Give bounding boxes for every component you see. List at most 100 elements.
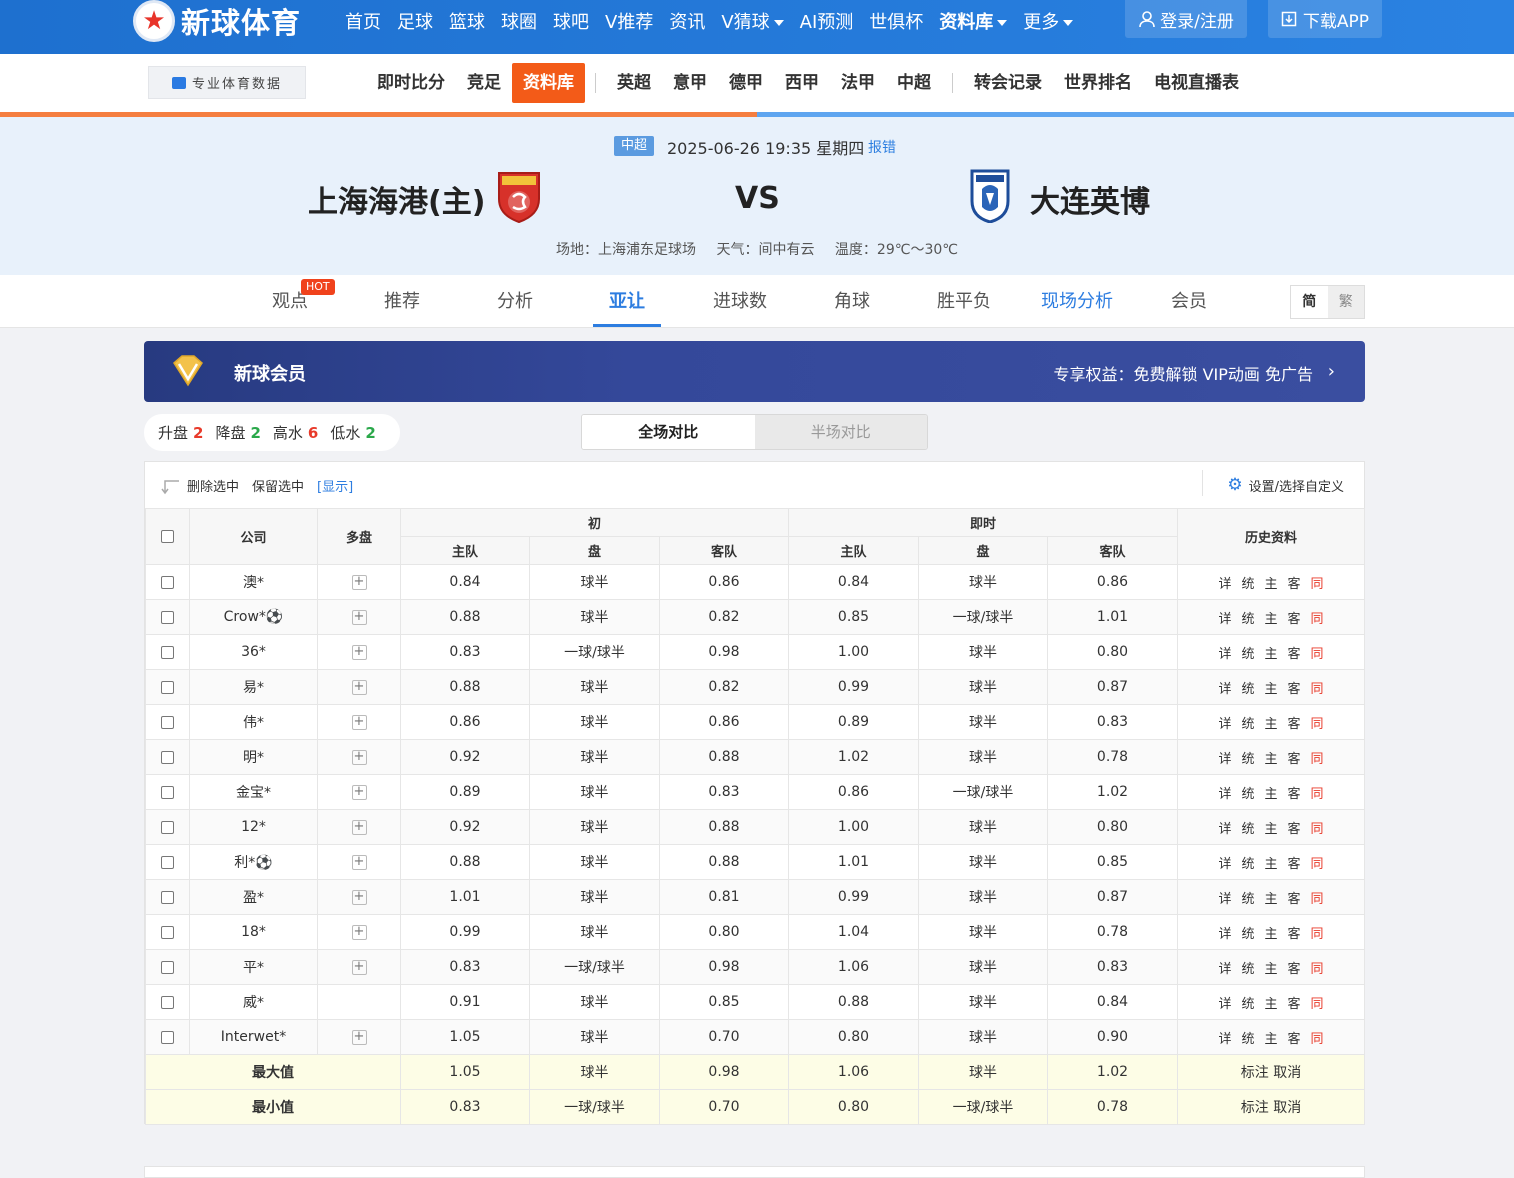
expand-plus-icon[interactable]: + <box>351 749 367 765</box>
history-stats-link[interactable]: 统 <box>1241 857 1254 872</box>
history-stats-link[interactable]: 统 <box>1241 717 1254 732</box>
history-detail-link[interactable]: 详 <box>1218 682 1231 697</box>
tab-live-analysis[interactable]: 现场分析 <box>1021 275 1133 328</box>
nav-football[interactable]: 足球 <box>397 8 433 34</box>
nav-news[interactable]: 资讯 <box>669 8 705 34</box>
expand-plus-icon[interactable]: + <box>351 714 367 730</box>
history-stats-link[interactable]: 统 <box>1241 577 1254 592</box>
history-home-link[interactable]: 主 <box>1265 647 1278 662</box>
history-stats-link[interactable]: 统 <box>1241 647 1254 662</box>
history-same-link[interactable]: 同 <box>1311 997 1324 1012</box>
expand-plus-icon[interactable]: + <box>351 889 367 905</box>
nav-v-guess[interactable]: V猜球 <box>721 8 784 34</box>
history-away-link[interactable]: 客 <box>1288 927 1301 942</box>
history-away-link[interactable]: 客 <box>1288 647 1301 662</box>
row-checkbox[interactable] <box>161 995 174 1009</box>
subnav-database[interactable]: 资料库 <box>512 63 585 103</box>
history-stats-link[interactable]: 统 <box>1241 752 1254 767</box>
history-home-link[interactable]: 主 <box>1265 927 1278 942</box>
site-logo[interactable]: ★ 新球体育 <box>133 0 301 42</box>
tab-recommend[interactable]: 推荐 <box>346 275 458 328</box>
keep-selected-button[interactable]: 保留选中 <box>252 476 304 495</box>
subnav-laliga[interactable]: 西甲 <box>774 63 830 103</box>
company-cell[interactable]: 平* <box>189 949 318 985</box>
history-home-link[interactable]: 主 <box>1265 577 1278 592</box>
history-same-link[interactable]: 同 <box>1311 787 1324 802</box>
history-home-link[interactable]: 主 <box>1265 962 1278 977</box>
history-stats-link[interactable]: 统 <box>1241 787 1254 802</box>
company-cell[interactable]: Crow*⚽ <box>189 599 318 635</box>
history-stats-link[interactable]: 统 <box>1241 892 1254 907</box>
company-cell[interactable]: 澳* <box>189 564 318 600</box>
delete-selected-button[interactable]: 删除选中 <box>187 476 239 495</box>
expand-plus-icon[interactable]: + <box>351 924 367 940</box>
nav-database[interactable]: 资料库 <box>939 8 1008 34</box>
row-checkbox[interactable] <box>161 890 174 904</box>
history-detail-link[interactable]: 详 <box>1218 647 1231 662</box>
history-home-link[interactable]: 主 <box>1265 717 1278 732</box>
settings-button[interactable]: ⚙ 设置/选择自定义 <box>1227 475 1344 495</box>
report-error-link[interactable]: 报错 <box>868 137 896 157</box>
lang-traditional[interactable]: 繁 <box>1327 286 1364 318</box>
row-checkbox[interactable] <box>161 1030 174 1044</box>
home-team-name[interactable]: 上海海港(主) <box>308 177 485 221</box>
history-same-link[interactable]: 同 <box>1311 717 1324 732</box>
tab-analysis[interactable]: 分析 <box>459 275 571 328</box>
history-same-link[interactable]: 同 <box>1311 857 1324 872</box>
subnav-epl[interactable]: 英超 <box>606 63 662 103</box>
expand-plus-icon[interactable]: + <box>351 609 367 625</box>
row-checkbox[interactable] <box>161 960 174 974</box>
history-stats-link[interactable]: 统 <box>1241 612 1254 627</box>
row-checkbox[interactable] <box>161 925 174 939</box>
history-detail-link[interactable]: 详 <box>1218 1032 1231 1047</box>
subnav-serie-a[interactable]: 意甲 <box>662 63 718 103</box>
nav-v-recommend[interactable]: V推荐 <box>605 8 653 34</box>
nav-more[interactable]: 更多 <box>1023 8 1074 34</box>
history-home-link[interactable]: 主 <box>1265 752 1278 767</box>
subnav-live-score[interactable]: 即时比分 <box>366 63 456 103</box>
download-app-button[interactable]: 下载APP <box>1268 0 1382 38</box>
history-away-link[interactable]: 客 <box>1288 857 1301 872</box>
tab-goals[interactable]: 进球数 <box>684 275 796 328</box>
subnav-bundesliga[interactable]: 德甲 <box>718 63 774 103</box>
pro-data-badge[interactable]: 专业体育数据 <box>148 66 306 99</box>
tab-1x2[interactable]: 胜平负 <box>908 275 1020 328</box>
company-cell[interactable]: 金宝* <box>189 774 318 810</box>
row-checkbox[interactable] <box>161 855 174 869</box>
history-detail-link[interactable]: 详 <box>1218 752 1231 767</box>
expand-plus-icon[interactable]: + <box>351 644 367 660</box>
company-cell[interactable]: 明* <box>189 739 318 775</box>
company-cell[interactable]: 18* <box>189 914 318 950</box>
away-team-name[interactable]: 大连英博 <box>1030 177 1150 221</box>
history-away-link[interactable]: 客 <box>1288 787 1301 802</box>
nav-ai-predict[interactable]: AI预测 <box>800 8 854 34</box>
subnav-tv-schedule[interactable]: 电视直播表 <box>1143 63 1250 103</box>
history-detail-link[interactable]: 详 <box>1218 612 1231 627</box>
tab-asian-handicap[interactable]: 亚让 <box>571 275 683 328</box>
history-same-link[interactable]: 同 <box>1311 647 1324 662</box>
row-checkbox[interactable] <box>161 610 174 624</box>
home-team-crest-icon[interactable] <box>496 167 542 223</box>
nav-circle[interactable]: 球圈 <box>501 8 537 34</box>
nav-basketball[interactable]: 篮球 <box>449 8 485 34</box>
history-same-link[interactable]: 同 <box>1311 822 1324 837</box>
subnav-csl[interactable]: 中超 <box>886 63 942 103</box>
history-stats-link[interactable]: 统 <box>1241 927 1254 942</box>
history-same-link[interactable]: 同 <box>1311 577 1324 592</box>
history-home-link[interactable]: 主 <box>1265 787 1278 802</box>
company-cell[interactable]: 利*⚽ <box>189 844 318 880</box>
login-button[interactable]: 登录/注册 <box>1125 0 1247 38</box>
history-detail-link[interactable]: 详 <box>1218 892 1231 907</box>
history-home-link[interactable]: 主 <box>1265 682 1278 697</box>
history-same-link[interactable]: 同 <box>1311 1032 1324 1047</box>
history-detail-link[interactable]: 详 <box>1218 927 1231 942</box>
history-away-link[interactable]: 客 <box>1288 962 1301 977</box>
company-cell[interactable]: 易* <box>189 669 318 705</box>
history-same-link[interactable]: 同 <box>1311 962 1324 977</box>
row-checkbox[interactable] <box>161 820 174 834</box>
tab-member[interactable]: 会员 <box>1133 275 1245 328</box>
select-all-checkbox[interactable] <box>161 530 174 543</box>
history-detail-link[interactable]: 详 <box>1218 997 1231 1012</box>
away-team-crest-icon[interactable] <box>968 167 1012 223</box>
history-stats-link[interactable]: 统 <box>1241 1032 1254 1047</box>
